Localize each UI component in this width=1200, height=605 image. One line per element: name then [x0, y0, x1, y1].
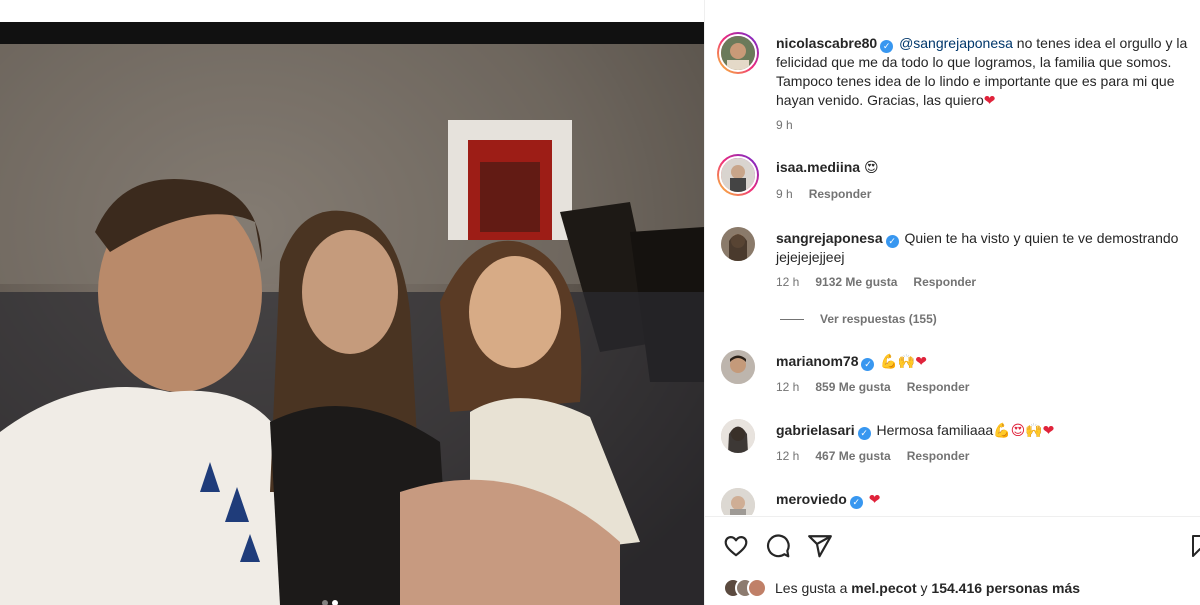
comment-time: 12 h — [776, 449, 800, 463]
likes-summary: Les gusta a mel.pecot y 154.416 personas… — [723, 578, 1080, 598]
view-replies-button[interactable]: Ver respuestas (155) — [780, 312, 937, 326]
comment-username[interactable]: marianom78 — [776, 353, 858, 369]
liker-avatars[interactable] — [723, 578, 767, 598]
bookmark-icon[interactable] — [1189, 533, 1200, 559]
likes-prefix: Les gusta a — [775, 580, 852, 596]
likes-count[interactable]: 154.416 personas más — [931, 580, 1080, 596]
likes-middle: y — [916, 580, 932, 596]
post-image — [0, 22, 704, 605]
replies-divider — [780, 318, 804, 320]
avatar-sangrejaponesa[interactable] — [721, 227, 755, 261]
carousel-indicator[interactable] — [322, 600, 338, 605]
view-replies-label[interactable]: Ver respuestas (155) — [820, 312, 937, 326]
reply-button[interactable]: Responder — [907, 449, 970, 463]
comment-time: 12 h — [776, 275, 800, 289]
verified-badge-icon: ✓ — [849, 496, 863, 509]
carousel-dot-active[interactable] — [332, 600, 338, 605]
avatar-meroviedo[interactable] — [721, 488, 755, 515]
share-icon[interactable] — [807, 533, 833, 559]
comment-likes[interactable]: 859 Me gusta — [815, 380, 890, 394]
post-actions: Les gusta a mel.pecot y 154.416 personas… — [705, 516, 1200, 605]
comment-username[interactable]: isaa.mediina — [776, 159, 860, 175]
comment-time: 9 h — [776, 187, 793, 201]
comment-likes[interactable]: 9132 Me gusta — [815, 275, 897, 289]
comment-emoji: 😍 — [863, 160, 879, 176]
comment-likes[interactable]: 467 Me gusta — [815, 449, 890, 463]
avatar-isaa-mediina[interactable] — [717, 154, 759, 196]
avatar-marianom78[interactable] — [721, 350, 755, 384]
carousel-dot[interactable] — [322, 600, 328, 605]
comment-time: 12 h — [776, 380, 800, 394]
caption-mention[interactable]: @sangrejaponesa — [899, 35, 1013, 51]
avatar-gabrielasari[interactable] — [721, 419, 755, 453]
reply-button[interactable]: Responder — [907, 380, 970, 394]
heart-emoji: ❤ — [983, 93, 996, 109]
comment-username[interactable]: gabrielasari — [776, 422, 855, 438]
reply-button[interactable]: Responder — [913, 275, 976, 289]
liker-username[interactable]: mel.pecot — [851, 580, 916, 596]
verified-badge-icon: ✓ — [861, 358, 875, 371]
verified-badge-icon: ✓ — [880, 40, 894, 53]
post-photo[interactable] — [0, 22, 704, 605]
comment-username[interactable]: sangrejaponesa — [776, 230, 883, 246]
comment-emoji: 💪🙌❤ — [880, 354, 927, 370]
verified-badge-icon: ✓ — [885, 235, 899, 248]
comment-emoji: 💪😍🙌❤ — [993, 423, 1055, 439]
avatar-nicolascabre80[interactable] — [717, 32, 759, 74]
heart-icon[interactable] — [723, 533, 749, 559]
caption-username[interactable]: nicolascabre80 — [776, 35, 877, 51]
comments-section: nicolascabre80 ✓ @sangrejaponesa no tenes… — [705, 0, 1200, 515]
reply-button[interactable]: Responder — [809, 187, 872, 201]
post-side-panel: nicolascabre80 ✓ @sangrejaponesa no tenes… — [704, 0, 1200, 605]
comment-icon[interactable] — [765, 533, 791, 559]
comment-username[interactable]: meroviedo — [776, 491, 847, 507]
verified-badge-icon: ✓ — [857, 427, 871, 440]
caption-time: 9 h — [776, 118, 793, 132]
liker-avatar — [747, 578, 767, 598]
comment-text: Hermosa familiaaa — [876, 422, 994, 438]
comment-emoji: ❤ — [868, 492, 881, 508]
